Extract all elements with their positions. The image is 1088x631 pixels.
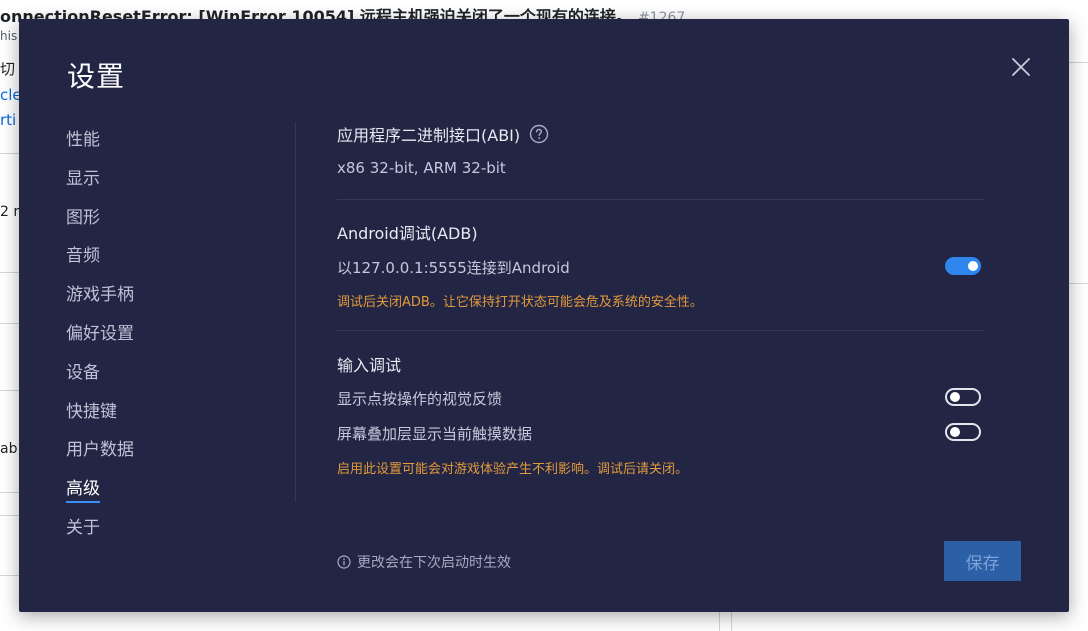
visual-feedback-label: 显示点按操作的视觉反馈 bbox=[337, 390, 503, 408]
bg-divider bbox=[1069, 62, 1088, 63]
bg-divider bbox=[0, 323, 20, 324]
bg-divider bbox=[731, 610, 732, 631]
section-divider bbox=[337, 330, 985, 331]
nav-item-shortcuts[interactable]: 快捷键 bbox=[66, 393, 186, 432]
nav-label: 关于 bbox=[66, 517, 100, 538]
nav-label: 性能 bbox=[66, 130, 100, 150]
nav-item-device[interactable]: 设备 bbox=[66, 354, 186, 393]
input-debug-heading: 输入调试 bbox=[337, 356, 402, 375]
abi-value: x86 32-bit, ARM 32-bit bbox=[337, 159, 506, 177]
nav-label: 快捷键 bbox=[66, 401, 117, 422]
nav-label: 游戏手柄 bbox=[66, 285, 134, 306]
nav-item-graphics[interactable]: 图形 bbox=[66, 199, 186, 238]
restart-note: 更改会在下次启动时生效 bbox=[337, 552, 511, 572]
nav-label: 设备 bbox=[66, 362, 100, 383]
nav-item-about[interactable]: 关于 bbox=[66, 509, 186, 548]
nav-item-audio[interactable]: 音频 bbox=[66, 237, 186, 276]
touch-overlay-toggle[interactable] bbox=[945, 423, 981, 441]
bg-link-fragment[interactable]: rti bbox=[0, 111, 16, 129]
settings-dialog: 设置 性能 显示 图形 音频 游戏手柄 偏好设置 设备 快捷键 用户数据 高级 … bbox=[19, 19, 1069, 612]
nav-label: 图形 bbox=[66, 207, 100, 228]
bg-divider bbox=[0, 515, 20, 516]
issue-subtitle: his bbox=[0, 29, 18, 43]
nav-item-display[interactable]: 显示 bbox=[66, 160, 186, 199]
dialog-title: 设置 bbox=[67, 60, 126, 93]
bg-divider bbox=[1069, 283, 1088, 284]
toggle-knob bbox=[968, 261, 978, 271]
adb-toggle[interactable] bbox=[945, 257, 981, 275]
bg-fragment: 切 bbox=[0, 60, 16, 78]
nav-divider bbox=[295, 122, 296, 502]
bg-divider bbox=[0, 153, 20, 154]
restart-note-text: 更改会在下次启动时生效 bbox=[357, 555, 511, 571]
nav-item-preferences[interactable]: 偏好设置 bbox=[66, 315, 186, 354]
toggle-knob bbox=[950, 427, 960, 437]
info-icon bbox=[337, 555, 351, 569]
touch-overlay-label: 屏幕叠加层显示当前触摸数据 bbox=[337, 425, 533, 443]
save-button[interactable]: 保存 bbox=[944, 541, 1021, 581]
nav-item-user-data[interactable]: 用户数据 bbox=[66, 431, 186, 470]
bg-divider bbox=[719, 610, 720, 631]
close-button[interactable] bbox=[1009, 55, 1033, 79]
bg-divider bbox=[0, 272, 20, 273]
nav-item-advanced[interactable]: 高级 bbox=[66, 470, 186, 509]
adb-heading: Android调试(ADB) bbox=[337, 224, 478, 243]
abi-heading: 应用程序二进制接口(ABI) bbox=[337, 122, 549, 146]
nav-label: 用户数据 bbox=[66, 440, 134, 461]
bg-divider bbox=[0, 575, 20, 576]
input-debug-warning: 启用此设置可能会对游戏体验产生不利影响。调试后请关闭。 bbox=[337, 462, 689, 477]
nav-label: 显示 bbox=[66, 168, 100, 189]
abi-heading-text: 应用程序二进制接口(ABI) bbox=[337, 126, 521, 145]
nav-label: 音频 bbox=[66, 246, 100, 267]
bg-fragment: 2 r bbox=[0, 204, 20, 220]
settings-nav: 性能 显示 图形 音频 游戏手柄 偏好设置 设备 快捷键 用户数据 高级 关于 bbox=[66, 121, 186, 548]
help-circle-icon[interactable] bbox=[529, 124, 549, 144]
section-divider bbox=[337, 199, 985, 200]
bg-fragment: ab bbox=[0, 441, 18, 457]
nav-label: 高级 bbox=[66, 478, 100, 504]
close-icon bbox=[1012, 58, 1030, 76]
adb-connect-label: 以127.0.0.1:5555连接到Android bbox=[337, 259, 570, 277]
visual-feedback-toggle[interactable] bbox=[945, 388, 981, 406]
adb-warning: 调试后关闭ADB。让它保持打开状态可能会危及系统的安全性。 bbox=[337, 295, 703, 310]
nav-label: 偏好设置 bbox=[66, 323, 134, 344]
toggle-knob bbox=[950, 392, 960, 402]
bg-divider bbox=[0, 492, 20, 493]
nav-item-gamepad[interactable]: 游戏手柄 bbox=[66, 276, 186, 315]
bg-divider bbox=[0, 390, 20, 391]
nav-item-performance[interactable]: 性能 bbox=[66, 121, 186, 160]
